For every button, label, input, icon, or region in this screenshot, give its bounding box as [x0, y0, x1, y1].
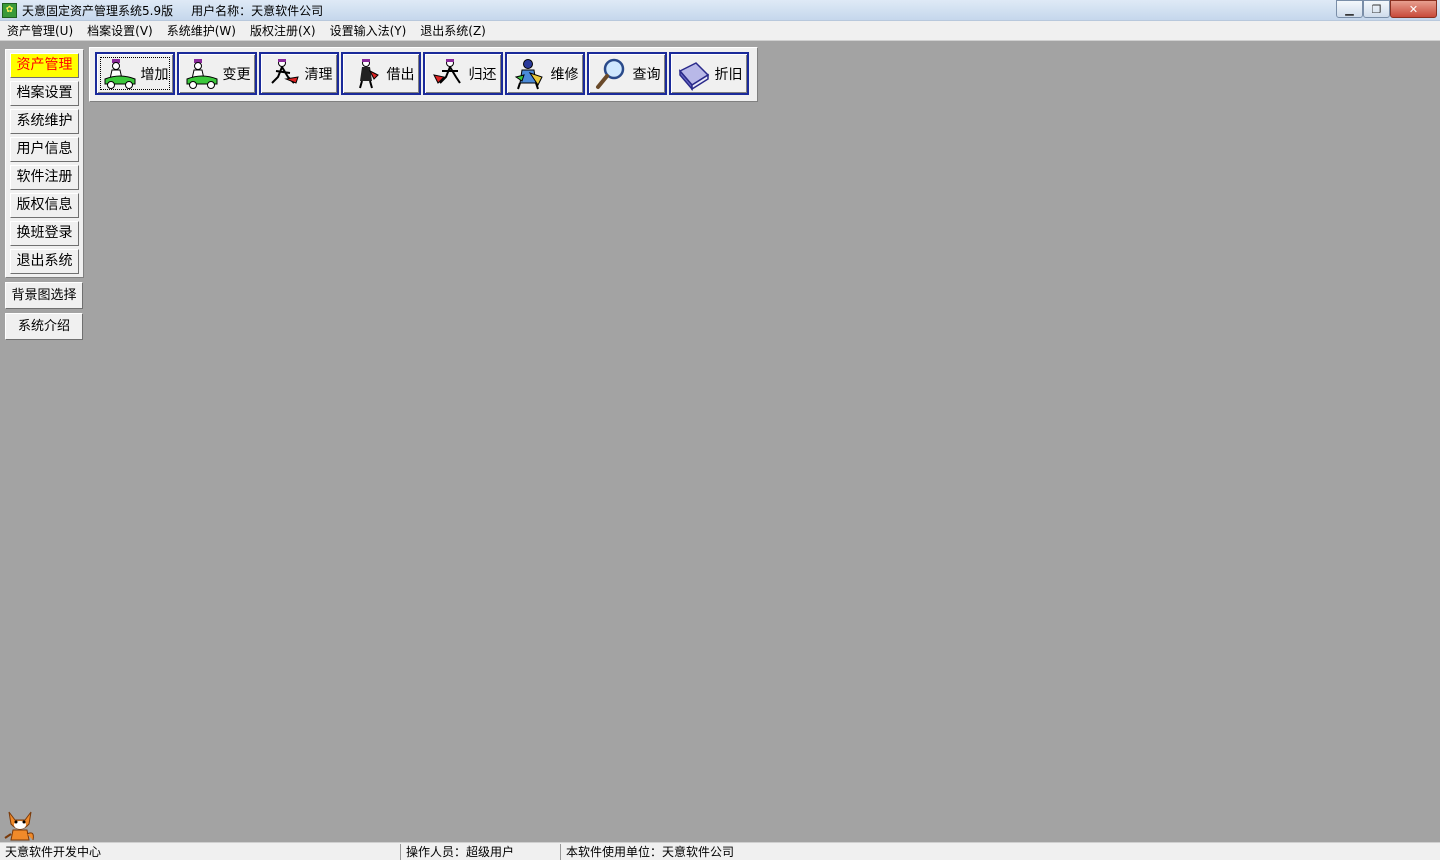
menu-archive-settings[interactable]: 档案设置(V) [80, 22, 160, 39]
restore-button[interactable]: ❐ [1363, 0, 1390, 18]
menu-bar: 资产管理(U) 档案设置(V) 系统维护(W) 版权注册(X) 设置输入法(Y)… [0, 21, 1440, 41]
toolbar: 增加 变更 清理 借出 归还 维修 查询 折旧 [89, 47, 758, 102]
window-user-label: 用户名称：天意软件公司 [191, 3, 324, 18]
query-button[interactable]: 查询 [587, 52, 667, 95]
clean-label: 清理 [304, 66, 333, 83]
sidebar-item-copyright-info[interactable]: 版权信息 [10, 193, 79, 218]
repair-button[interactable]: 维修 [505, 52, 585, 95]
background-select-button[interactable]: 背景图选择 [5, 282, 83, 309]
book-icon [678, 61, 709, 91]
sidebar-item-software-register[interactable]: 软件注册 [10, 165, 79, 190]
sidebar-item-exit-system[interactable]: 退出系统 [10, 249, 79, 274]
lend-label: 借出 [386, 66, 415, 83]
window-title: 天意固定资产管理系统5.9版 [22, 3, 174, 18]
repair-person-icon [514, 58, 543, 89]
person-return-icon [432, 58, 461, 84]
car-person-add-icon [104, 58, 135, 89]
person-clean-icon [270, 58, 299, 84]
menu-asset-management[interactable]: 资产管理(U) [0, 22, 80, 39]
query-label: 查询 [632, 66, 661, 83]
minimize-icon: ▁ [1345, 2, 1354, 16]
return-button[interactable]: 归还 [423, 52, 503, 95]
change-label: 变更 [222, 66, 251, 83]
status-unit: 本软件使用单位：天意软件公司 [566, 844, 735, 859]
lend-button[interactable]: 借出 [341, 52, 421, 95]
car-person-change-icon [186, 58, 217, 89]
change-button[interactable]: 变更 [177, 52, 257, 95]
status-developer: 天意软件开发中心 [0, 843, 401, 860]
sidebar: 资产管理 档案设置 系统维护 用户信息 软件注册 版权信息 换班登录 退出系统 [5, 49, 84, 278]
sidebar-item-user-info[interactable]: 用户信息 [10, 137, 79, 162]
menu-system-maintenance[interactable]: 系统维护(W) [160, 22, 243, 39]
status-operator: 操作人员：超级用户 [401, 843, 561, 860]
menu-input-method[interactable]: 设置输入法(Y) [323, 22, 414, 39]
sidebar-item-system-maintenance[interactable]: 系统维护 [10, 109, 79, 134]
add-button[interactable]: 增加 [95, 52, 175, 95]
minimize-button[interactable]: ▁ [1336, 0, 1363, 18]
sidebar-item-asset-management[interactable]: 资产管理 [10, 53, 79, 78]
depreciation-button[interactable]: 折旧 [669, 52, 749, 95]
add-label: 增加 [140, 66, 169, 83]
title-bar: ✿ 天意固定资产管理系统5.9版 用户名称：天意软件公司 ▁ ❐ ✕ [0, 0, 1440, 21]
fox-mascot-icon [4, 811, 34, 841]
menu-copyright-register[interactable]: 版权注册(X) [243, 22, 323, 39]
clean-button[interactable]: 清理 [259, 52, 339, 95]
system-intro-button[interactable]: 系统介绍 [5, 313, 83, 340]
magnifier-icon [595, 58, 624, 89]
app-logo-icon: ✿ [2, 2, 17, 18]
repair-label: 维修 [550, 66, 579, 83]
depreciation-label: 折旧 [714, 66, 743, 83]
menu-exit-system[interactable]: 退出系统(Z) [413, 22, 493, 39]
close-icon: ✕ [1408, 2, 1419, 16]
person-lend-icon [358, 58, 379, 88]
sidebar-item-archive-settings[interactable]: 档案设置 [10, 81, 79, 106]
return-label: 归还 [468, 66, 497, 83]
close-button[interactable]: ✕ [1390, 0, 1437, 18]
status-bar: 天意软件开发中心 操作人员：超级用户 本软件使用单位：天意软件公司 [0, 842, 1440, 860]
restore-icon: ❐ [1371, 2, 1382, 16]
sidebar-item-shift-login[interactable]: 换班登录 [10, 221, 79, 246]
window-controls: ▁ ❐ ✕ [1336, 0, 1437, 18]
